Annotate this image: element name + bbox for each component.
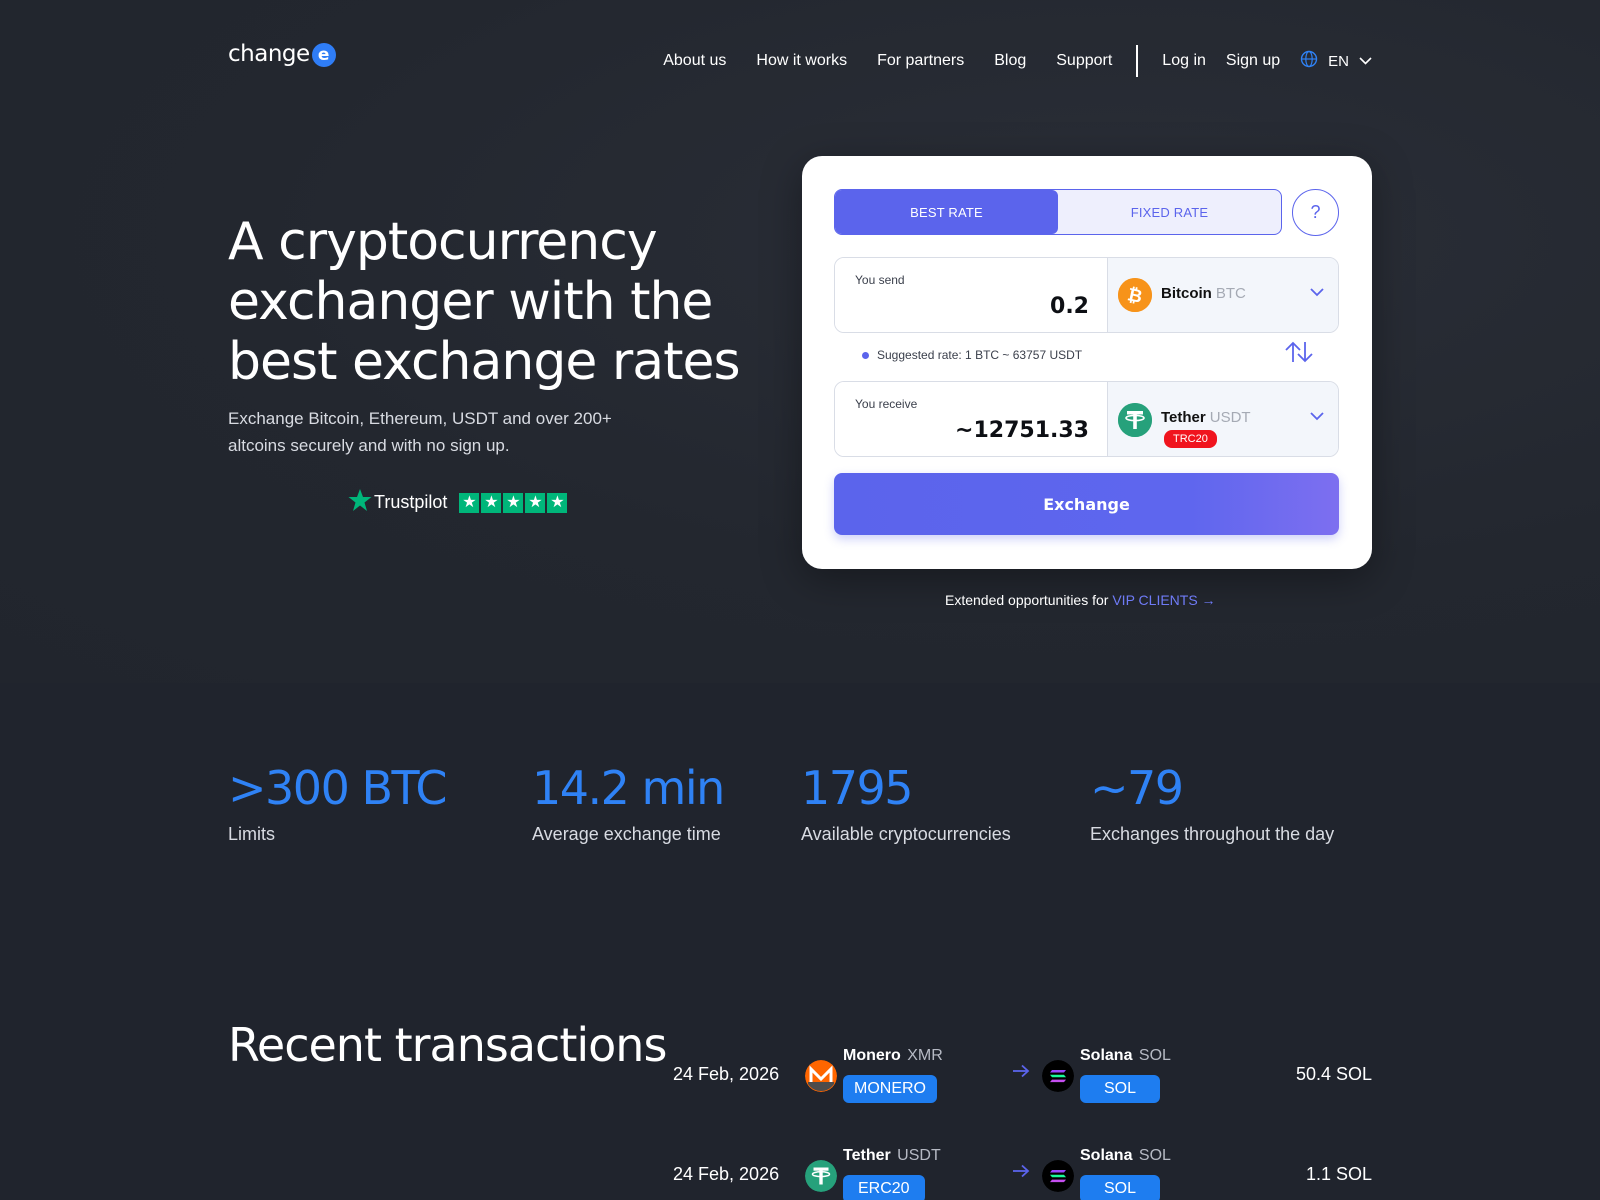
nav-blog[interactable]: Blog [994,52,1026,70]
tx-to-name: Solana SOL [1080,1147,1171,1164]
logo-badge: e [311,43,336,67]
trustpilot-rating[interactable]: Trustpilot ★ ★ ★ ★ ★ [348,488,569,517]
stat-value: 14.2 min [532,761,725,815]
tx-to-tag: SOL [1080,1075,1161,1103]
tx-date: 24 Feb, 2026 [673,1164,780,1184]
stat-value: >300 BTC [228,761,448,815]
tx-from-name: Monero XMR [843,1047,943,1064]
receive-amount-display: You receive ~12751.33 [835,382,1108,456]
solana-icon [1042,1160,1074,1192]
star-icon: ★ [481,492,502,513]
star-icon: ★ [547,492,568,513]
suggested-rate-text: Suggested rate: 1 BTC ~ 63757 USDT [877,348,1083,362]
send-field: You send 0.2 ₿ Bitcoin BTC [834,257,1339,333]
arrow-right-icon [1011,1064,1031,1083]
star-icon: ★ [503,492,524,513]
send-currency-select[interactable]: ₿ Bitcoin BTC [1108,258,1338,332]
receive-coin-name: Tether USDT [1161,409,1251,426]
login-link[interactable]: Log in [1162,52,1206,70]
trustpilot-star-icon [348,488,372,517]
rate-dot-icon [862,351,869,359]
header: change e About us How it works For partn… [228,40,1372,77]
logo-text: change [228,40,310,67]
receive-field: You receive ~12751.33 Tether USDT TRC20 [834,381,1339,457]
transaction-row: 24 Feb, 2026 Tether USDT ERC20 Solana SO… [660,1147,1372,1200]
exchange-widget: BEST RATE FIXED RATE ? You send 0.2 ₿ Bi… [802,156,1372,569]
language-code: EN [1328,52,1349,70]
hero-subtitle: Exchange Bitcoin, Ethereum, USDT and ove… [228,409,612,455]
tx-from-name: Tether USDT [843,1147,941,1164]
vip-clients-link[interactable]: VIP CLIENTS → [1112,592,1215,608]
nav-how-it-works[interactable]: How it works [756,52,847,70]
tx-date: 24 Feb, 2026 [673,1064,780,1084]
suggested-rate: Suggested rate: 1 BTC ~ 63757 USDT [862,348,1082,362]
fixed-rate-tab[interactable]: FIXED RATE [1058,190,1281,234]
send-amount-input[interactable]: You send 0.2 [835,258,1108,332]
send-coin-name: Bitcoin BTC [1161,285,1246,302]
tx-from-tag: ERC20 [843,1175,925,1200]
trustpilot-label: Trustpilot [374,492,448,512]
receive-amount: ~12751.33 [955,418,1089,443]
stat-daily-exchanges: ~79 Exchanges throughout the day [1090,760,1334,845]
stat-limits: >300 BTC Limits [228,760,448,845]
stat-label: Available cryptocurrencies [801,824,1011,844]
rate-type-toggle: BEST RATE FIXED RATE [834,189,1282,235]
swap-icon[interactable] [1284,340,1314,369]
solana-icon [1042,1060,1074,1092]
tx-to-tag: SOL [1080,1175,1161,1200]
main-nav: About us How it works For partners Blog … [663,45,1372,77]
send-label: You send [855,273,905,287]
bitcoin-icon: ₿ [1118,278,1152,312]
star-icon: ★ [525,492,546,513]
nav-for-partners[interactable]: For partners [877,52,964,70]
tether-icon [805,1160,837,1192]
receive-label: You receive [855,397,918,411]
nav-support[interactable]: Support [1056,52,1112,70]
globe-icon [1300,50,1318,73]
star-icon: ★ [459,492,480,513]
stat-average-time: 14.2 min Average exchange time [532,760,725,845]
tx-to-name: Solana SOL [1080,1047,1171,1064]
nav-divider [1136,45,1139,77]
exchange-button[interactable]: Exchange [834,473,1339,535]
tx-amount: 50.4 SOL [1295,1064,1372,1084]
vip-banner: Extended opportunities for VIP CLIENTS → [945,592,1216,608]
monero-icon [805,1060,837,1092]
signup-link[interactable]: Sign up [1226,52,1280,70]
recent-transactions-title: Recent transactions [228,1018,667,1072]
language-selector[interactable]: EN [1300,50,1372,73]
network-badge: TRC20 [1164,430,1217,448]
tether-icon [1118,403,1152,437]
nav-about-us[interactable]: About us [663,52,726,70]
vip-text: Extended opportunities for [945,592,1113,608]
chevron-down-icon [1310,284,1324,302]
tx-amount: 1.1 SOL [1305,1164,1372,1184]
stat-value: 1795 [801,761,914,815]
trustpilot-stars: ★ ★ ★ ★ ★ [459,492,569,513]
best-rate-tab[interactable]: BEST RATE [835,190,1058,234]
stat-label: Limits [228,824,276,844]
stat-label: Average exchange time [532,824,721,844]
send-amount: 0.2 [1050,294,1089,319]
logo[interactable]: change e [228,40,336,67]
stat-value: ~79 [1090,761,1184,815]
chevron-down-icon [1359,52,1372,70]
stat-label: Exchanges throughout the day [1090,824,1335,844]
stat-cryptocurrencies: 1795 Available cryptocurrencies [801,760,1011,845]
arrow-right-icon [1011,1164,1031,1183]
help-button[interactable]: ? [1292,189,1339,236]
tx-from-tag: MONERO [843,1075,937,1103]
receive-currency-select[interactable]: Tether USDT TRC20 [1108,382,1338,456]
transaction-row: 24 Feb, 2026 Monero XMR MONERO Solana SO… [660,1047,1372,1134]
hero-title: A cryptocurrency exchanger with the best… [228,212,741,392]
chevron-down-icon [1310,408,1324,426]
